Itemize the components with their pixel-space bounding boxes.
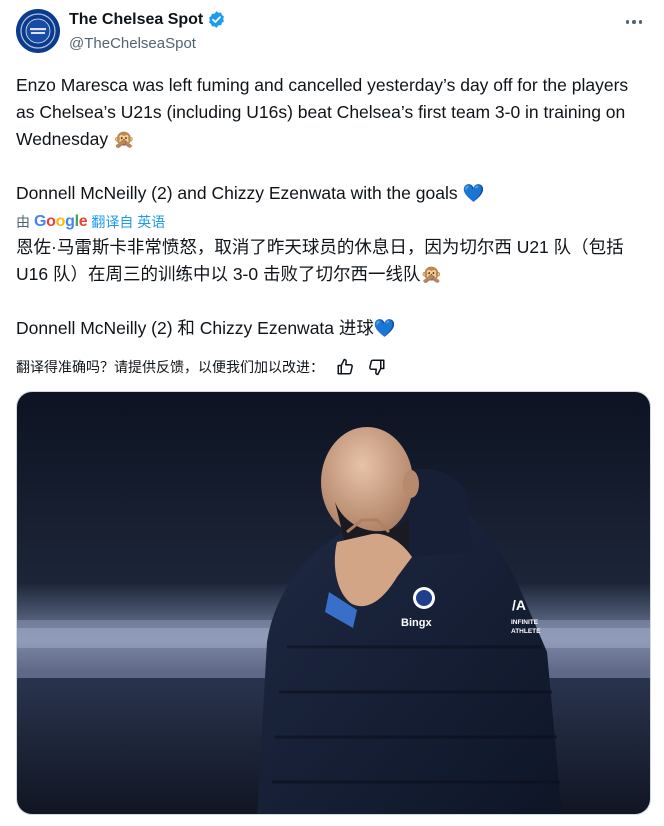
tweet-photo[interactable]: Bingx /A INFINITE ATHLETE	[16, 391, 651, 815]
chelsea-spot-avatar-icon	[16, 9, 60, 53]
author-handle[interactable]: @TheChelseaSpot	[69, 35, 196, 52]
tweet-paragraph-2: Donnell McNeilly (2) and Chizzy Ezenwata…	[16, 183, 485, 203]
author-name-row: The Chelsea Spot	[69, 10, 226, 29]
author-display-name[interactable]: The Chelsea Spot	[69, 11, 203, 29]
photo-illustration: Bingx /A INFINITE ATHLETE	[17, 392, 650, 814]
verified-badge-icon	[207, 10, 226, 29]
feedback-prompt: 翻译得准确吗？请提供反馈，以便我们加以改进：	[16, 359, 324, 375]
tweet-card: The Chelsea Spot @TheChelseaSpot Enzo Ma…	[0, 0, 664, 826]
translated-by-label: 由	[16, 214, 30, 230]
jacket-brand-text: Bingx	[401, 617, 432, 629]
translated-by-google: 由 Google 翻译自 英语	[16, 212, 165, 232]
avatar[interactable]	[16, 9, 60, 53]
thumbs-up-icon[interactable]	[334, 356, 356, 378]
svg-text:/A: /A	[512, 597, 526, 613]
tweet-paragraph-1: Enzo Maresca was left fuming and cancell…	[16, 75, 629, 149]
translation-feedback: 翻译得准确吗？请提供反馈，以便我们加以改进：	[16, 356, 388, 378]
translation-paragraph-2: Donnell McNeilly (2) 和 Chizzy Ezenwata 进…	[16, 318, 396, 338]
google-logo-icon: Google	[34, 213, 88, 230]
thumbs-down-icon[interactable]	[366, 356, 388, 378]
translation-source-link[interactable]: 翻译自 英语	[91, 212, 165, 232]
jacket-sponsor-line-2: ATHLETE	[511, 628, 541, 635]
translated-text: 恩佐·马雷斯卡非常愤怒，取消了昨天球员的休息日，因为切尔西 U21 队（包括 U…	[16, 234, 646, 342]
more-options-icon[interactable]	[622, 12, 646, 32]
translation-paragraph-1: 恩佐·马雷斯卡非常愤怒，取消了昨天球员的休息日，因为切尔西 U21 队（包括 U…	[16, 237, 624, 284]
tweet-text: Enzo Maresca was left fuming and cancell…	[16, 72, 646, 207]
jacket-sponsor-line-1: INFINITE	[511, 619, 539, 626]
